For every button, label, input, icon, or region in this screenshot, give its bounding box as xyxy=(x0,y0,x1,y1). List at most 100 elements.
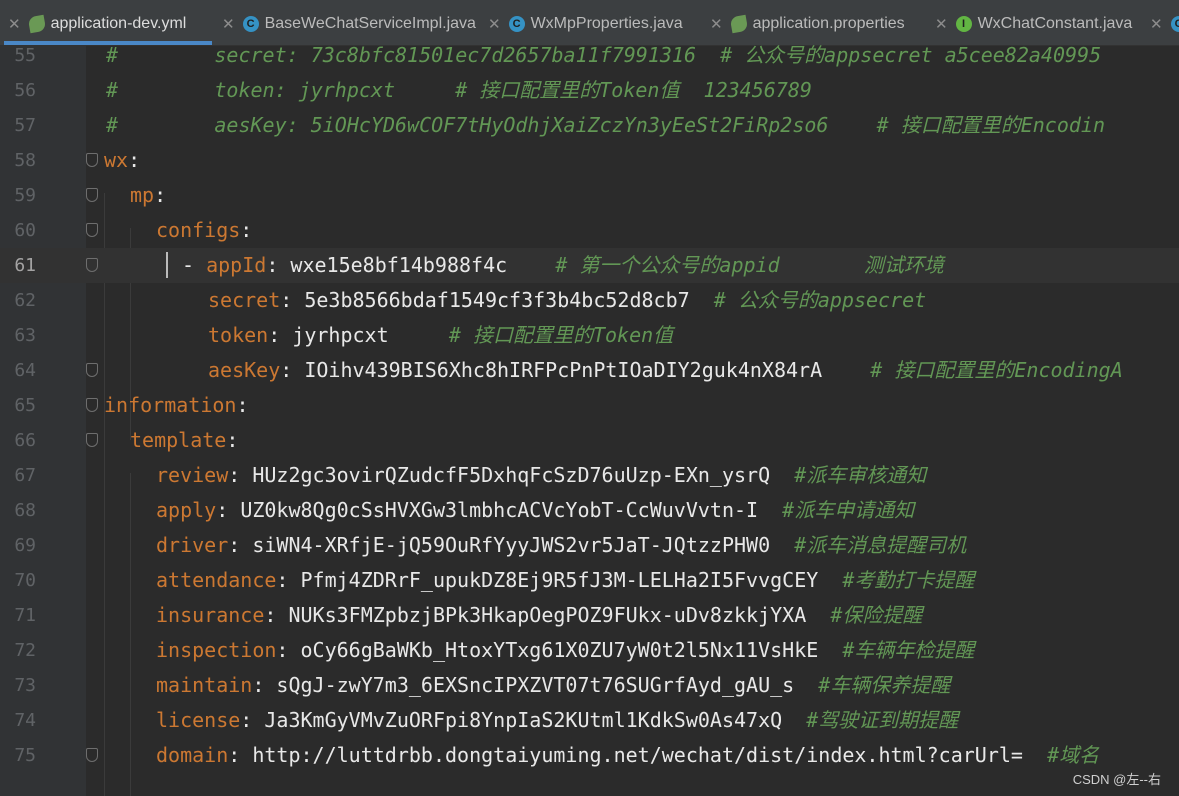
fold-marker-icon[interactable] xyxy=(86,223,98,237)
line-number: 68 xyxy=(14,500,36,521)
class-icon: C xyxy=(242,16,259,32)
yaml-value: Ja3KmGyVMvZuORFpi8YnpIaS2KUtml1KdkSw0As4… xyxy=(264,708,783,732)
code-line-59[interactable]: 59 mp: xyxy=(0,178,1179,213)
yaml-comment: # 公众号的appsecret xyxy=(713,288,927,312)
yaml-key: inspection xyxy=(156,638,277,662)
close-icon[interactable]: ✕ xyxy=(935,15,948,33)
line-number: 58 xyxy=(14,150,36,171)
code-line-58[interactable]: 58 wx: xyxy=(0,143,1179,178)
line-number: 75 xyxy=(14,745,36,766)
line-number: 65 xyxy=(14,395,36,416)
code-line-61[interactable]: 61 - appId: wxe15e8bf14b988f4c # 第一个公众号的… xyxy=(0,248,1179,283)
yaml-comment: #派车申请通知 xyxy=(782,498,915,522)
close-icon[interactable]: ✕ xyxy=(1150,15,1163,33)
tab-wxchatconstant[interactable]: ✕ I WxChatConstant.java xyxy=(935,8,1132,40)
yaml-key: appId xyxy=(206,253,267,277)
close-icon[interactable]: ✕ xyxy=(710,15,723,33)
code-line-57[interactable]: 57 # aesKey: 5iOHcYD6wCOF7tHyOdhjXaiZczY… xyxy=(0,108,1179,143)
yaml-comment: #考勤打卡提醒 xyxy=(842,568,975,592)
tab-overflow[interactable]: ✕ C xyxy=(1150,8,1179,40)
fold-marker-icon[interactable] xyxy=(86,433,98,447)
line-number: 60 xyxy=(14,220,36,241)
line-number: 70 xyxy=(14,570,36,591)
yaml-value: sQgJ-zwY7m3_6EXSncIPXZVT07t76SUGrfAyd_gA… xyxy=(276,673,795,697)
line-number: 71 xyxy=(14,605,36,626)
code-line-62[interactable]: 62 secret: 5e3b8566bdaf1549cf3f3b4bc52d8… xyxy=(0,283,1179,318)
text-cursor xyxy=(166,252,168,278)
code-line-74[interactable]: 74 license: Ja3KmGyVMvZuORFpi8YnpIaS2KUt… xyxy=(0,703,1179,738)
code-line-56[interactable]: 56 # token: jyrhpcxt # 接口配置里的Token值 1234… xyxy=(0,73,1179,108)
yaml-comment: #驾驶证到期提醒 xyxy=(806,708,959,732)
yaml-key: configs xyxy=(156,218,241,242)
fold-marker-icon[interactable] xyxy=(86,153,98,167)
tab-label: WxMpProperties.java xyxy=(530,15,683,32)
yaml-value: NUKs3FMZpbzjBPk3HkapOegPOZ9FUkx-uDv8zkkj… xyxy=(288,603,807,627)
yaml-key: driver xyxy=(156,533,229,557)
yaml-key: aesKey xyxy=(208,358,281,382)
fold-marker-icon[interactable] xyxy=(86,363,98,377)
code-line-65[interactable]: 65 information: xyxy=(0,388,1179,423)
tab-label: WxChatConstant.java xyxy=(977,15,1133,32)
close-icon[interactable]: ✕ xyxy=(488,15,501,33)
line-number: 73 xyxy=(14,675,36,696)
tab-application-dev-yml[interactable]: ✕ application-dev.yml xyxy=(8,8,186,40)
code-line-60[interactable]: 60 configs: xyxy=(0,213,1179,248)
code-editor[interactable]: 55 # secret: 73c8bfc81501ec7d2657ba11f79… xyxy=(0,45,1179,796)
close-icon[interactable]: ✕ xyxy=(222,15,235,33)
line-number: 62 xyxy=(14,290,36,311)
yaml-list-dash: - xyxy=(182,253,207,277)
comment-text: # secret: 73c8bfc81501ec7d2657ba11f79913… xyxy=(106,45,1102,67)
line-number: 63 xyxy=(14,325,36,346)
line-number: 74 xyxy=(14,710,36,731)
code-line-75[interactable]: 75 domain: http://luttdrbb.dongtaiyuming… xyxy=(0,738,1179,773)
line-number: 55 xyxy=(14,45,36,66)
code-line-66[interactable]: 66 template: xyxy=(0,423,1179,458)
tab-label: BaseWeChatServiceImpl.java xyxy=(264,15,476,32)
line-number: 64 xyxy=(14,360,36,381)
code-line-71[interactable]: 71 insurance: NUKs3FMZpbzjBPk3HkapOegPOZ… xyxy=(0,598,1179,633)
tab-basewechatserviceimpl[interactable]: ✕ C BaseWeChatServiceImpl.java xyxy=(222,8,476,40)
code-line-72[interactable]: 72 inspection: oCy66gBaWKb_HtoxYTxg61X0Z… xyxy=(0,633,1179,668)
tab-application-properties[interactable]: ✕ application.properties xyxy=(710,8,905,40)
yaml-value: HUz2gc3ovirQZudcfF5DxhqFcSzD76uUzp-EXn_y… xyxy=(252,463,771,487)
yaml-key: maintain xyxy=(156,673,253,697)
code-line-63[interactable]: 63 token: jyrhpcxt # 接口配置里的Token值 xyxy=(0,318,1179,353)
yaml-key: license xyxy=(156,708,241,732)
fold-marker-icon[interactable] xyxy=(86,748,98,762)
tab-label: application-dev.yml xyxy=(50,15,187,32)
class-icon: C xyxy=(1170,16,1179,32)
comment-text: # token: jyrhpcxt # 接口配置里的Token值 1234567… xyxy=(106,78,812,102)
code-line-70[interactable]: 70 attendance: Pfmj4ZDRrF_upukDZ8Ej9R5fJ… xyxy=(0,563,1179,598)
code-line-68[interactable]: 68 apply: UZ0kw8Qg0cSsHVXGw3lmbhcACVcYob… xyxy=(0,493,1179,528)
yaml-key: domain xyxy=(156,743,229,767)
line-number: 69 xyxy=(14,535,36,556)
yaml-comment: #派车消息提醒司机 xyxy=(794,533,967,557)
fold-marker-icon[interactable] xyxy=(86,258,98,272)
yaml-value: UZ0kw8Qg0cSsHVXGw3lmbhcACVcYobT-CcWuvVvt… xyxy=(240,498,759,522)
line-number: 61 xyxy=(14,255,36,276)
code-line-73[interactable]: 73 maintain: sQgJ-zwY7m3_6EXSncIPXZVT07t… xyxy=(0,668,1179,703)
close-icon[interactable]: ✕ xyxy=(8,15,21,33)
yaml-comment: #派车审核通知 xyxy=(794,463,927,487)
interface-icon: I xyxy=(955,16,972,32)
leaf-config-icon xyxy=(27,14,46,34)
code-line-55[interactable]: 55 # secret: 73c8bfc81501ec7d2657ba11f79… xyxy=(0,45,1179,73)
yaml-value: wxe15e8bf14b988f4c xyxy=(290,253,508,277)
yaml-comment: # 接口配置里的EncodingA xyxy=(870,358,1123,382)
tab-wxmpproperties[interactable]: ✕ C WxMpProperties.java xyxy=(488,8,683,40)
yaml-value: oCy66gBaWKb_HtoxYTxg61X0ZU7yW0t2l5Nx11Vs… xyxy=(300,638,819,662)
fold-marker-icon[interactable] xyxy=(86,188,98,202)
yaml-value: siWN4-XRfjE-jQ59OuRfYyyJWS2vr5JaT-JQtzzP… xyxy=(252,533,771,557)
code-line-64[interactable]: 64 aesKey: IOihv439BIS6Xhc8hIRFPcPnPtIOa… xyxy=(0,353,1179,388)
line-number: 57 xyxy=(14,115,36,136)
code-line-67[interactable]: 67 review: HUz2gc3ovirQZudcfF5DxhqFcSzD7… xyxy=(0,458,1179,493)
yaml-key: wx xyxy=(104,148,129,172)
fold-marker-icon[interactable] xyxy=(86,398,98,412)
yaml-comment: #域名 xyxy=(1047,743,1100,767)
code-line-69[interactable]: 69 driver: siWN4-XRfjE-jQ59OuRfYyyJWS2vr… xyxy=(0,528,1179,563)
class-icon: C xyxy=(508,16,525,32)
line-number: 66 xyxy=(14,430,36,451)
yaml-value: IOihv439BIS6Xhc8hIRFPcPnPtIOaDIY2guk4nX8… xyxy=(304,358,823,382)
line-number: 56 xyxy=(14,80,36,101)
yaml-value: Pfmj4ZDRrF_upukDZ8Ej9R5fJ3M-LELHa2I5Fvvg… xyxy=(300,568,819,592)
